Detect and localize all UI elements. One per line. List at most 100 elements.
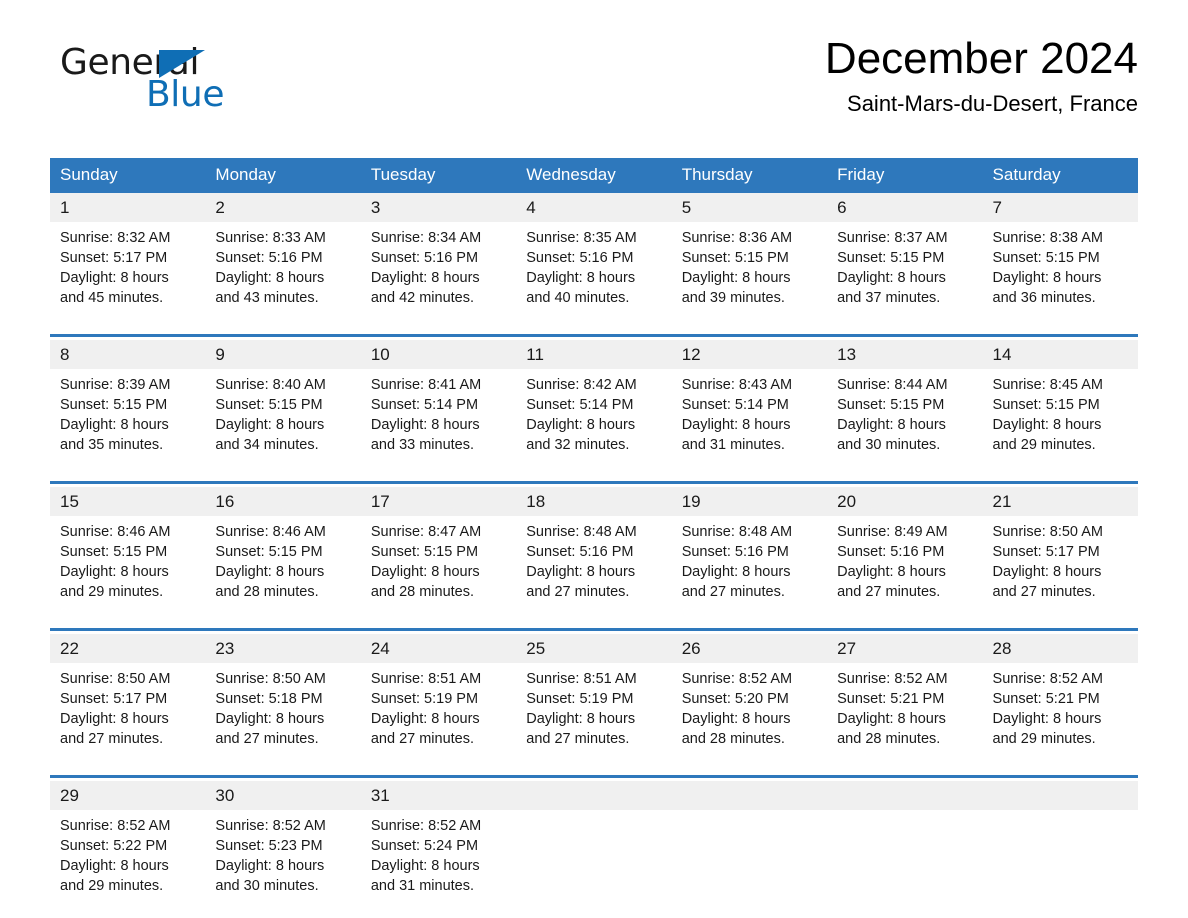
day-number[interactable]: 28 bbox=[982, 634, 1138, 663]
daylight-text-line1: Daylight: 8 hours bbox=[526, 417, 636, 433]
day-number[interactable]: 21 bbox=[982, 487, 1138, 516]
day-cell[interactable]: Sunrise: 8:51 AM Sunset: 5:19 PM Daylight:… bbox=[360, 663, 517, 763]
day-number[interactable]: 22 bbox=[50, 634, 206, 663]
day-number[interactable]: 11 bbox=[516, 340, 672, 369]
day-cell[interactable]: Sunrise: 8:52 AM Sunset: 5:21 PM Daylight:… bbox=[982, 663, 1138, 763]
sunrise-text: Sunrise: 8:52 AM bbox=[370, 818, 482, 834]
day-number[interactable]: 19 bbox=[671, 487, 828, 516]
day-number[interactable]: 31 bbox=[360, 781, 517, 810]
day-number[interactable]: 25 bbox=[516, 634, 672, 663]
day-cell[interactable]: Sunrise: 8:49 AM Sunset: 5:16 PM Daylight:… bbox=[827, 516, 983, 616]
day-number[interactable]: 14 bbox=[982, 340, 1138, 369]
brand-logo[interactable]: General Blue bbox=[60, 45, 390, 115]
sunrise-text: Sunrise: 8:52 AM bbox=[215, 818, 326, 834]
day-cell[interactable]: Sunrise: 8:34 AM Sunset: 5:16 PM Daylight:… bbox=[360, 222, 517, 322]
day-cell[interactable]: Sunrise: 8:51 AM Sunset: 5:19 PM Daylight:… bbox=[516, 663, 672, 763]
day-cell[interactable]: Sunrise: 8:36 AM Sunset: 5:15 PM Daylight:… bbox=[671, 222, 828, 322]
day-detail-row: Sunrise: 8:32 AM Sunset: 5:17 PM Daylight:… bbox=[50, 222, 1138, 322]
daylight-text-line1: Daylight: 8 hours bbox=[60, 417, 169, 433]
day-number[interactable]: 7 bbox=[982, 193, 1138, 222]
daylight-text-line2: and 39 minutes. bbox=[681, 290, 785, 306]
day-number[interactable]: 15 bbox=[50, 487, 206, 516]
day-cell[interactable]: Sunrise: 8:42 AM Sunset: 5:14 PM Daylight:… bbox=[516, 369, 672, 469]
day-number[interactable]: 23 bbox=[205, 634, 361, 663]
sunrise-text: Sunrise: 8:50 AM bbox=[60, 671, 171, 687]
day-cell[interactable]: Sunrise: 8:45 AM Sunset: 5:15 PM Daylight:… bbox=[982, 369, 1138, 469]
empty-day-number bbox=[827, 781, 983, 810]
sunrise-text: Sunrise: 8:39 AM bbox=[60, 377, 171, 393]
daylight-text-line1: Daylight: 8 hours bbox=[370, 270, 480, 286]
day-cell[interactable]: Sunrise: 8:38 AM Sunset: 5:15 PM Daylight:… bbox=[982, 222, 1138, 322]
day-cell[interactable]: Sunrise: 8:48 AM Sunset: 5:16 PM Daylight:… bbox=[671, 516, 828, 616]
day-number[interactable]: 1 bbox=[50, 193, 206, 222]
day-cell[interactable]: Sunrise: 8:47 AM Sunset: 5:15 PM Daylight:… bbox=[360, 516, 517, 616]
day-cell[interactable]: Sunrise: 8:35 AM Sunset: 5:16 PM Daylight:… bbox=[516, 222, 672, 322]
day-number[interactable]: 16 bbox=[205, 487, 361, 516]
daylight-text-line1: Daylight: 8 hours bbox=[526, 564, 636, 580]
day-cell[interactable]: Sunrise: 8:40 AM Sunset: 5:15 PM Daylight:… bbox=[205, 369, 361, 469]
day-cell[interactable]: Sunrise: 8:37 AM Sunset: 5:15 PM Daylight:… bbox=[827, 222, 983, 322]
sunrise-text: Sunrise: 8:37 AM bbox=[837, 230, 948, 246]
day-cell[interactable]: Sunrise: 8:50 AM Sunset: 5:17 PM Daylight:… bbox=[50, 663, 206, 763]
day-cell[interactable]: Sunrise: 8:46 AM Sunset: 5:15 PM Daylight:… bbox=[50, 516, 206, 616]
day-number[interactable]: 29 bbox=[50, 781, 206, 810]
sunrise-text: Sunrise: 8:38 AM bbox=[992, 230, 1103, 246]
day-cell[interactable]: Sunrise: 8:44 AM Sunset: 5:15 PM Daylight:… bbox=[827, 369, 983, 469]
day-cell[interactable]: Sunrise: 8:50 AM Sunset: 5:18 PM Daylight:… bbox=[205, 663, 361, 763]
weekday-header-sunday: Sunday bbox=[50, 158, 206, 193]
day-cell[interactable]: Sunrise: 8:32 AM Sunset: 5:17 PM Daylight:… bbox=[50, 222, 206, 322]
sunrise-text: Sunrise: 8:33 AM bbox=[215, 230, 326, 246]
day-number[interactable]: 12 bbox=[671, 340, 828, 369]
sunset-text: Sunset: 5:16 PM bbox=[215, 250, 323, 266]
empty-day-number bbox=[516, 781, 672, 810]
day-cell[interactable]: Sunrise: 8:52 AM Sunset: 5:22 PM Daylight:… bbox=[50, 810, 206, 910]
day-number[interactable]: 18 bbox=[516, 487, 672, 516]
sunset-text: Sunset: 5:15 PM bbox=[370, 544, 479, 560]
day-number[interactable]: 13 bbox=[827, 340, 983, 369]
day-number[interactable]: 20 bbox=[827, 487, 983, 516]
day-cell[interactable]: Sunrise: 8:50 AM Sunset: 5:17 PM Daylight:… bbox=[982, 516, 1138, 616]
daylight-text-line2: and 27 minutes. bbox=[370, 731, 475, 747]
day-number[interactable]: 3 bbox=[360, 193, 517, 222]
day-number[interactable]: 27 bbox=[827, 634, 983, 663]
daylight-text-line1: Daylight: 8 hours bbox=[215, 711, 325, 727]
day-number[interactable]: 26 bbox=[671, 634, 828, 663]
sunset-text: Sunset: 5:19 PM bbox=[526, 691, 634, 707]
daylight-text-line2: and 37 minutes. bbox=[837, 290, 941, 306]
sunrise-text: Sunrise: 8:52 AM bbox=[681, 671, 793, 687]
daylight-text-line1: Daylight: 8 hours bbox=[215, 417, 325, 433]
sunset-text: Sunset: 5:14 PM bbox=[526, 397, 634, 413]
daylight-text-line1: Daylight: 8 hours bbox=[370, 564, 480, 580]
day-cell[interactable]: Sunrise: 8:52 AM Sunset: 5:24 PM Daylight:… bbox=[360, 810, 517, 910]
daylight-text-line2: and 27 minutes. bbox=[526, 584, 630, 600]
day-cell[interactable]: Sunrise: 8:41 AM Sunset: 5:14 PM Daylight:… bbox=[360, 369, 517, 469]
sunrise-text: Sunrise: 8:34 AM bbox=[370, 230, 482, 246]
day-number[interactable]: 5 bbox=[671, 193, 828, 222]
day-cell[interactable]: Sunrise: 8:39 AM Sunset: 5:15 PM Daylight:… bbox=[50, 369, 206, 469]
day-cell[interactable]: Sunrise: 8:48 AM Sunset: 5:16 PM Daylight:… bbox=[516, 516, 672, 616]
day-cell[interactable]: Sunrise: 8:52 AM Sunset: 5:23 PM Daylight:… bbox=[205, 810, 361, 910]
day-number[interactable]: 6 bbox=[827, 193, 983, 222]
sunset-text: Sunset: 5:16 PM bbox=[837, 544, 945, 560]
sunset-text: Sunset: 5:15 PM bbox=[215, 544, 323, 560]
day-number[interactable]: 10 bbox=[360, 340, 517, 369]
day-cell[interactable]: Sunrise: 8:52 AM Sunset: 5:21 PM Daylight:… bbox=[827, 663, 983, 763]
sunset-text: Sunset: 5:16 PM bbox=[526, 544, 634, 560]
day-number[interactable]: 30 bbox=[205, 781, 361, 810]
daylight-text-line1: Daylight: 8 hours bbox=[837, 417, 946, 433]
day-number[interactable]: 24 bbox=[360, 634, 517, 663]
day-number[interactable]: 2 bbox=[205, 193, 361, 222]
day-cell[interactable]: Sunrise: 8:52 AM Sunset: 5:20 PM Daylight:… bbox=[671, 663, 828, 763]
sunset-text: Sunset: 5:15 PM bbox=[837, 397, 945, 413]
day-number[interactable]: 4 bbox=[516, 193, 672, 222]
day-number[interactable]: 9 bbox=[205, 340, 361, 369]
day-cell[interactable]: Sunrise: 8:33 AM Sunset: 5:16 PM Daylight:… bbox=[205, 222, 361, 322]
day-cell[interactable]: Sunrise: 8:43 AM Sunset: 5:14 PM Daylight:… bbox=[671, 369, 828, 469]
day-number[interactable]: 8 bbox=[50, 340, 206, 369]
day-cell[interactable]: Sunrise: 8:46 AM Sunset: 5:15 PM Daylight:… bbox=[205, 516, 361, 616]
day-number[interactable]: 17 bbox=[360, 487, 517, 516]
sunrise-text: Sunrise: 8:49 AM bbox=[837, 524, 948, 540]
week-spacer bbox=[50, 469, 1138, 483]
daylight-text-line1: Daylight: 8 hours bbox=[60, 270, 169, 286]
sunset-text: Sunset: 5:22 PM bbox=[60, 838, 168, 854]
